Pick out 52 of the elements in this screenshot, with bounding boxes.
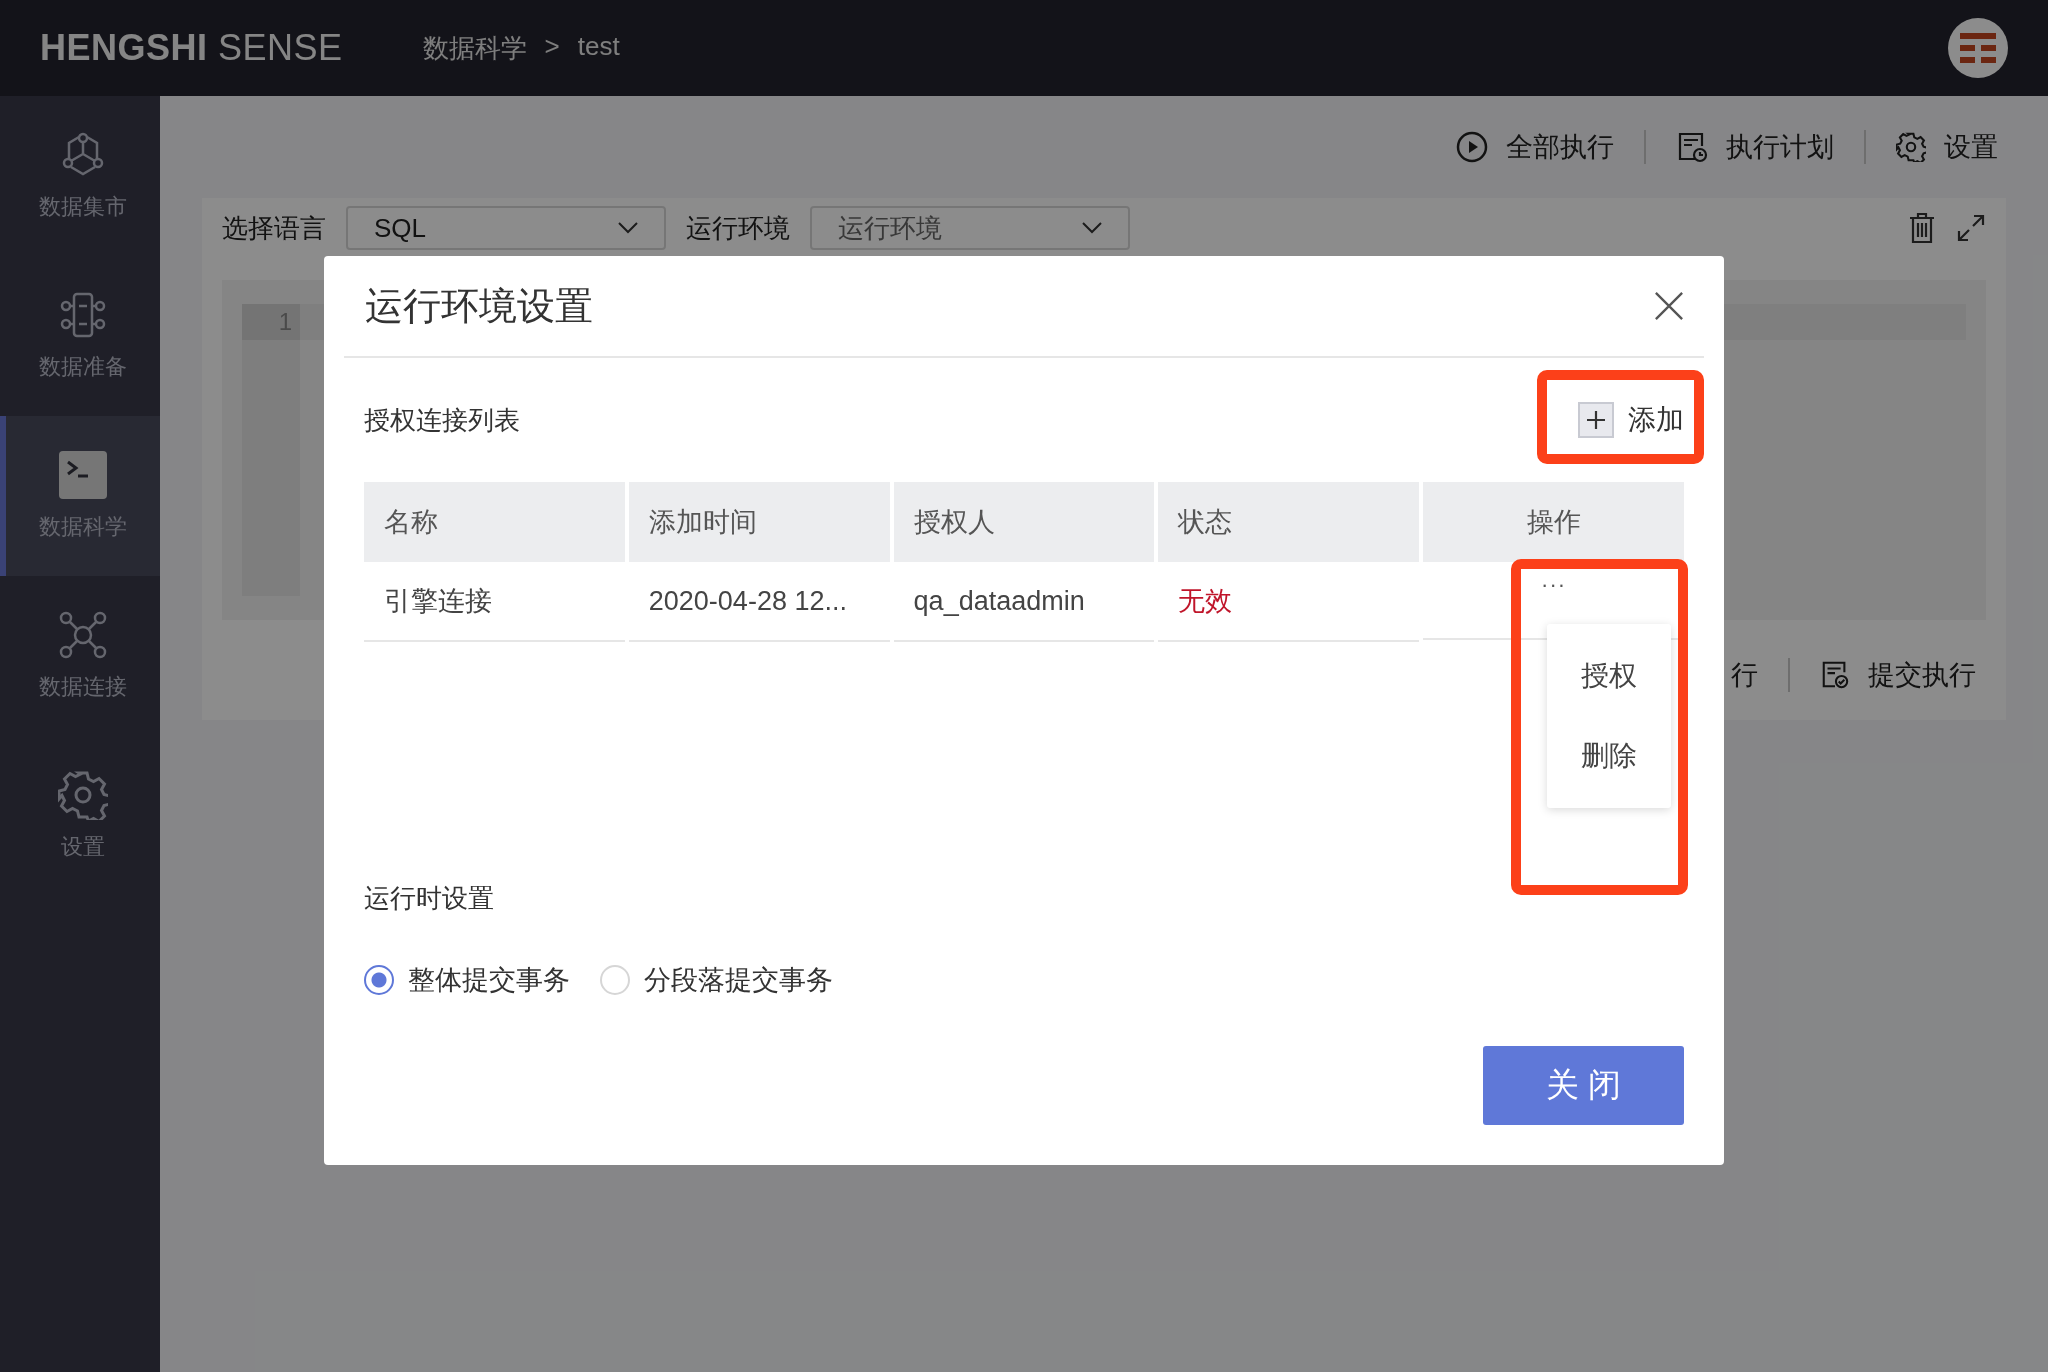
section-title: 授权连接列表	[364, 403, 520, 437]
schedule-icon	[1676, 131, 1708, 163]
chevron-down-icon	[1082, 222, 1102, 234]
table-cell: 引擎连接	[364, 562, 625, 642]
play-icon	[1456, 131, 1488, 163]
trash-icon[interactable]	[1908, 212, 1936, 244]
breadcrumb-current: test	[577, 30, 620, 63]
radio-button[interactable]	[364, 965, 394, 995]
sidebar-item[interactable]: 设置	[0, 736, 160, 896]
field-label: 选择语言	[222, 211, 326, 245]
radio-option[interactable]: 分段落提交事务	[600, 962, 833, 998]
expand-icon[interactable]	[1956, 213, 1986, 243]
table-cell: qa_dataadmin	[893, 562, 1155, 642]
field-label: 运行环境	[686, 211, 790, 245]
add-button[interactable]: 添加	[1578, 401, 1684, 439]
plus-icon	[1578, 402, 1614, 438]
column-header: 名称	[364, 482, 625, 562]
sidebar-item[interactable]: 数据连接	[0, 576, 160, 736]
column-header: 状态	[1158, 482, 1420, 562]
breadcrumb-link[interactable]: 数据科学	[422, 30, 527, 66]
column-header: 添加时间	[628, 482, 890, 562]
table-cell: 2020-04-28 12...	[628, 562, 890, 642]
dialog-title: 运行环境设置	[365, 283, 593, 329]
logo: HENGSHI SENSE	[40, 27, 343, 69]
toolbar-button[interactable]: 全部执行	[1456, 129, 1614, 165]
submit-run-button[interactable]: 提交执行	[1820, 657, 1976, 693]
close-button[interactable]: 关 闭	[1483, 1046, 1684, 1125]
avatar-icon[interactable]	[1948, 18, 2008, 78]
radio-option[interactable]: 整体提交事务	[364, 962, 570, 998]
run-button[interactable]: 行	[1731, 657, 1758, 693]
breadcrumb-separator: >	[544, 30, 560, 63]
settings-icon	[1896, 132, 1926, 162]
network-icon	[58, 610, 108, 660]
chevron-down-icon	[618, 222, 638, 234]
toolbar-button[interactable]: 设置	[1896, 129, 1998, 165]
pipeline-icon	[58, 290, 108, 340]
environment-select[interactable]: 运行环境	[810, 206, 1130, 250]
toolbar-button[interactable]: 执行计划	[1676, 129, 1834, 165]
menu-item[interactable]: 授权	[1547, 636, 1671, 716]
sidebar-item[interactable]: 数据集市	[0, 96, 160, 256]
sidebar-item[interactable]: 数据准备	[0, 256, 160, 416]
menu-item[interactable]: 删除	[1547, 716, 1671, 796]
document-check-icon	[1820, 660, 1850, 690]
more-button[interactable]: ···	[1541, 572, 1567, 598]
terminal-icon	[58, 450, 108, 500]
table-cell: 无效	[1158, 562, 1420, 642]
column-header: 授权人	[893, 482, 1155, 562]
close-icon[interactable]	[1654, 291, 1684, 321]
section-title: 运行时设置	[364, 882, 495, 915]
column-header: 操作	[1423, 482, 1684, 562]
language-select[interactable]: SQL	[346, 206, 666, 250]
settings-icon	[58, 770, 108, 820]
